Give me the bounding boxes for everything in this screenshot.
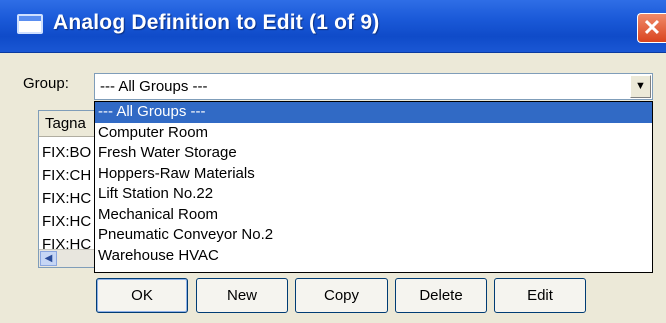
list-item[interactable]: FIX:CH (39, 164, 97, 187)
delete-button[interactable]: Delete (395, 278, 487, 313)
dropdown-option[interactable]: Lift Station No.22 (95, 184, 652, 205)
list-item[interactable]: FIX:BO (39, 141, 97, 164)
chevron-down-icon[interactable]: ▼ (630, 75, 651, 98)
dropdown-option-all-groups[interactable]: --- All Groups --- (95, 102, 652, 123)
dropdown-option[interactable]: Hoppers-Raw Materials (95, 164, 652, 185)
group-select-value: --- All Groups --- (100, 78, 208, 95)
dropdown-option[interactable]: Warehouse HVAC (95, 246, 652, 267)
dropdown-option[interactable]: Computer Room (95, 123, 652, 144)
copy-button[interactable]: Copy (295, 278, 388, 313)
tag-list[interactable]: Tagna FIX:BO FIX:CH FIX:HC FIX:HC FIX:HC… (38, 110, 98, 268)
window-icon (17, 14, 43, 34)
column-header-tagname[interactable]: Tagna (39, 111, 97, 137)
group-label: Group: (23, 75, 69, 92)
list-item[interactable]: FIX:HC (39, 187, 97, 210)
group-select[interactable]: --- All Groups --- ▼ (94, 73, 653, 100)
title-bar[interactable]: Analog Definition to Edit (1 of 9) ✕ (0, 0, 666, 53)
dropdown-option[interactable]: Mechanical Room (95, 205, 652, 226)
window-title: Analog Definition to Edit (1 of 9) (53, 11, 380, 34)
group-dropdown-list[interactable]: --- All Groups --- Computer Room Fresh W… (94, 101, 653, 273)
close-button[interactable]: ✕ (637, 13, 666, 43)
edit-button[interactable]: Edit (494, 278, 586, 313)
tag-list-rows: FIX:BO FIX:CH FIX:HC FIX:HC FIX:HC (39, 141, 97, 256)
dialog-window: Analog Definition to Edit (1 of 9) ✕ Gro… (0, 0, 666, 323)
dropdown-option[interactable]: Fresh Water Storage (95, 143, 652, 164)
new-button[interactable]: New (196, 278, 288, 313)
horizontal-scrollbar[interactable]: ◀ (39, 249, 97, 267)
ok-button[interactable]: OK (96, 278, 188, 313)
list-item[interactable]: FIX:HC (39, 210, 97, 233)
dropdown-option[interactable]: Pneumatic Conveyor No.2 (95, 225, 652, 246)
scroll-left-icon[interactable]: ◀ (40, 251, 57, 266)
